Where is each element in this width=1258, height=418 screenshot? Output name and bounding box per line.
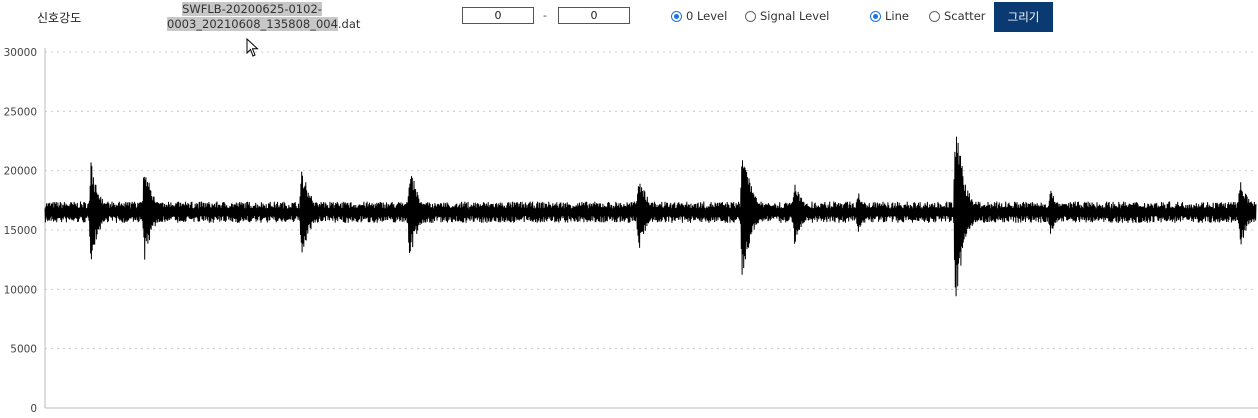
file-name-line2: 0003_20210608_135808_004.dat bbox=[167, 17, 360, 32]
plot-option-scatter[interactable]: Scatter bbox=[929, 9, 986, 23]
radio-unselected-icon[interactable] bbox=[929, 10, 940, 22]
plot-option-line-label: Line bbox=[885, 9, 909, 23]
level-option-signal[interactable]: Signal Level bbox=[745, 9, 829, 23]
file-name-line1: SWFLB-20200625-0102- bbox=[182, 2, 322, 16]
level-option-signal-label: Signal Level bbox=[760, 9, 830, 23]
range-end-input[interactable] bbox=[558, 7, 630, 24]
y-tick-label: 10000 bbox=[4, 284, 37, 296]
file-name: SWFLB-20200625-0102- 0003_20210608_13580… bbox=[167, 2, 360, 32]
signal-series-line bbox=[44, 136, 1257, 297]
plot-option-line[interactable]: Line bbox=[870, 9, 909, 23]
range-start-input[interactable] bbox=[462, 7, 534, 24]
level-option-zero-label: 0 Level bbox=[686, 9, 728, 23]
y-tick-label: 20000 bbox=[4, 166, 37, 178]
y-tick-label: 25000 bbox=[4, 106, 37, 118]
chart-gridlines bbox=[45, 51, 1256, 350]
y-tick-label: 5000 bbox=[10, 344, 37, 356]
radio-unselected-icon[interactable] bbox=[745, 10, 756, 22]
file-name-line2-highlight: 0003_20210608_135808_004 bbox=[167, 17, 338, 31]
y-tick-label: 15000 bbox=[4, 225, 37, 237]
level-option-zero[interactable]: 0 Level bbox=[671, 9, 727, 23]
file-name-extension: .dat bbox=[337, 17, 361, 31]
y-tick-label: 30000 bbox=[4, 47, 37, 59]
radio-selected-icon[interactable] bbox=[671, 10, 682, 22]
y-tick-label: 0 bbox=[30, 403, 37, 415]
signal-strength-label: 신호강도 bbox=[37, 11, 82, 25]
draw-button[interactable]: 그리기 bbox=[994, 2, 1053, 32]
plot-option-scatter-label: Scatter bbox=[944, 9, 986, 23]
range-separator: - bbox=[543, 9, 547, 22]
mouse-pointer-icon bbox=[246, 38, 259, 57]
radio-selected-icon[interactable] bbox=[870, 10, 881, 22]
signal-chart: 0 5000 10000 15000 20000 25000 30000 bbox=[4, 47, 1258, 415]
toolbar: 신호강도 SWFLB-20200625-0102- 0003_20210608_… bbox=[0, 0, 1258, 34]
y-axis-ticks: 0 5000 10000 15000 20000 25000 30000 bbox=[4, 47, 37, 415]
